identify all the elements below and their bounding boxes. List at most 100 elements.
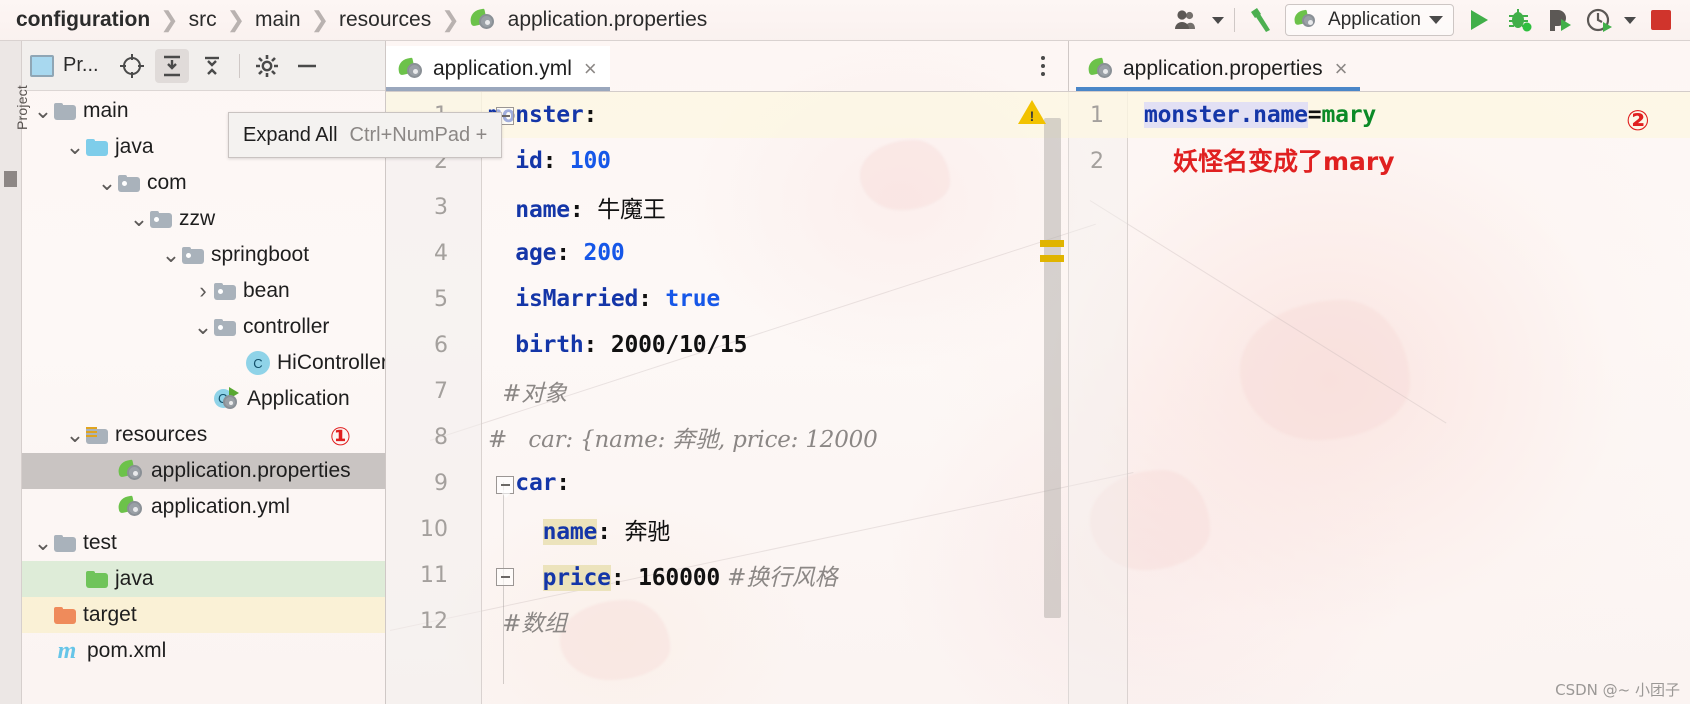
breadcrumb-item-file[interactable]: application.properties — [502, 8, 714, 32]
folder-icon — [182, 246, 204, 264]
code-line[interactable]: 8 # car: {name: 奔驰, price: 12000 — [386, 414, 1068, 460]
code-line[interactable]: 7 #对象 — [386, 368, 1068, 414]
code-line[interactable]: 4 age: 200 — [386, 230, 1068, 276]
user-group-icon[interactable] — [1172, 5, 1202, 35]
chevron-down-icon[interactable] — [1429, 16, 1443, 24]
expand-all-icon[interactable] — [154, 48, 189, 83]
tree-row-zzw[interactable]: ⌄ zzw — [22, 201, 385, 237]
annotation-badge-1: ① — [329, 422, 351, 451]
fold-handle-collapse[interactable] — [494, 565, 516, 589]
project-panel-title[interactable]: Pr... — [30, 54, 99, 77]
editor-scrollbar-yml[interactable]: ! — [1018, 92, 1068, 704]
code-token: monster.name — [1144, 102, 1308, 128]
tab-application-yml[interactable]: application.yml × — [386, 46, 610, 92]
chevron-down-icon[interactable]: ⌄ — [96, 172, 118, 194]
line-number: 11 — [420, 562, 448, 588]
java-class-icon: C — [246, 351, 270, 375]
editor-tabbar-right: application.properties × — [1068, 41, 1690, 92]
code-token: #对象 — [488, 381, 567, 407]
warning-triangle-icon[interactable]: ! — [1018, 100, 1046, 124]
code-token: mary — [1321, 102, 1377, 128]
tooltip-label: Expand All — [243, 123, 338, 146]
tree-row-application-yml[interactable]: application.yml — [22, 489, 385, 525]
tree-row-springboot[interactable]: ⌄ springboot — [22, 237, 385, 273]
breadcrumb-item-resources[interactable]: resources — [333, 8, 437, 32]
chevron-down-icon[interactable]: ⌄ — [32, 532, 54, 554]
tree-row-label: java — [115, 135, 154, 158]
tooltip-shortcut: Ctrl+NumPad + — [349, 123, 488, 146]
code-line[interactable]: 9 car: — [386, 460, 1068, 506]
code-line-text: name: 牛魔王 — [460, 190, 666, 224]
chevron-down-icon[interactable] — [1624, 16, 1636, 24]
chevron-right-icon[interactable]: › — [192, 278, 214, 304]
tree-row-label: test — [83, 531, 117, 554]
toolbar-actions: Application — [1172, 4, 1690, 36]
run-play-icon[interactable] — [1464, 5, 1494, 35]
project-tree[interactable]: ⌄ main ⌄ java ⌄ com ⌄ zzw ⌄ springboot › bean ⌄ contr… — [22, 91, 385, 704]
breadcrumb-item-project[interactable]: configuration — [10, 8, 156, 32]
locate-icon[interactable] — [115, 49, 149, 83]
line-number: 10 — [420, 516, 448, 542]
scrollbar-marker[interactable] — [1040, 240, 1064, 247]
stop-square-icon[interactable] — [1646, 5, 1676, 35]
tree-row-bean[interactable]: › bean — [22, 273, 385, 309]
chevron-down-icon[interactable] — [1212, 16, 1225, 24]
breadcrumb: configuration ❯ src ❯ main ❯ resources ❯… — [0, 7, 713, 33]
tree-row-com[interactable]: ⌄ com — [22, 165, 385, 201]
code-editor-properties[interactable]: 1 monster.name=mary 2 妖怪名变成了mary ② — [1068, 92, 1690, 704]
tree-row-java[interactable]: java — [22, 561, 385, 597]
code-editor-yml[interactable]: 1monster:2 id: 1003 name: 牛魔王4 age: 2005… — [386, 92, 1068, 704]
tree-row-resources[interactable]: ⌄ resources ① — [22, 417, 385, 453]
editor-options-icon[interactable] — [1032, 53, 1054, 79]
breadcrumb-item-src[interactable]: src — [183, 8, 223, 32]
editor-tabbar-left: application.yml × — [386, 41, 1068, 92]
spring-app-icon — [1292, 9, 1320, 30]
code-line[interactable]: 5 isMarried: true — [386, 276, 1068, 322]
project-panel-title-label: Pr... — [63, 54, 99, 76]
tree-row-hicontroller[interactable]: C HiController — [22, 345, 385, 381]
debug-bug-icon[interactable] — [1504, 5, 1534, 35]
close-icon[interactable]: × — [581, 58, 597, 80]
chevron-down-icon[interactable]: ⌄ — [32, 100, 54, 122]
tree-row-application-properties[interactable]: application.properties — [22, 453, 385, 489]
line-number: 4 — [434, 240, 448, 266]
scrollbar-marker[interactable] — [1040, 255, 1064, 262]
fold-handle-collapse[interactable] — [494, 473, 516, 498]
chevron-down-icon[interactable]: ⌄ — [64, 136, 86, 158]
build-hammer-icon[interactable] — [1245, 5, 1275, 35]
profiler-icon[interactable] — [1584, 5, 1614, 35]
code-line[interactable]: 1 monster.name=mary — [1068, 92, 1690, 138]
run-with-coverage-icon[interactable] — [1544, 5, 1574, 35]
tree-row-test[interactable]: ⌄ test — [22, 525, 385, 561]
chevron-down-icon[interactable]: ⌄ — [160, 244, 182, 266]
code-line[interactable]: 3 name: 牛魔王 — [386, 184, 1068, 230]
scrollbar-thumb[interactable] — [1044, 118, 1061, 618]
tree-row-label: resources — [115, 423, 208, 446]
tree-row-label: springboot — [211, 243, 310, 266]
editor-pane-properties: application.properties × 1 monster.name=m… — [1068, 41, 1690, 704]
close-icon[interactable]: × — [1332, 58, 1348, 80]
run-configuration-selector[interactable]: Application — [1285, 4, 1454, 36]
chevron-down-icon[interactable]: ⌄ — [64, 424, 86, 446]
chevron-down-icon[interactable]: ⌄ — [128, 208, 150, 230]
spring-file-icon — [1086, 57, 1114, 80]
tree-row-pom-xml[interactable]: m pom.xml — [22, 633, 385, 669]
tree-row-label: java — [115, 567, 154, 590]
breadcrumb-item-main[interactable]: main — [249, 8, 307, 32]
code-line[interactable]: 12 #数组 — [386, 598, 1068, 644]
code-line[interactable]: 6 birth: 2000/10/15 — [386, 322, 1068, 368]
chevron-down-icon[interactable]: ⌄ — [192, 316, 214, 338]
tree-row-controller[interactable]: ⌄ controller — [22, 309, 385, 345]
tree-row-target[interactable]: target — [22, 597, 385, 633]
tab-application-properties[interactable]: application.properties × — [1076, 46, 1361, 92]
settings-gear-icon[interactable] — [250, 49, 284, 83]
hide-minus-icon[interactable] — [290, 49, 324, 83]
sidebar-strip-label[interactable]: Project — [14, 60, 30, 130]
code-token: 160000 — [638, 565, 721, 591]
code-line[interactable]: 10 name: 奔驰 — [386, 506, 1068, 552]
expand-all-tooltip: Expand All Ctrl+NumPad + — [228, 112, 503, 158]
code-line[interactable]: 11 price: 160000 #换行风格 — [386, 552, 1068, 598]
collapse-all-icon[interactable] — [195, 49, 229, 83]
tree-row-application[interactable]: C Application — [22, 381, 385, 417]
code-token: : — [583, 332, 611, 358]
